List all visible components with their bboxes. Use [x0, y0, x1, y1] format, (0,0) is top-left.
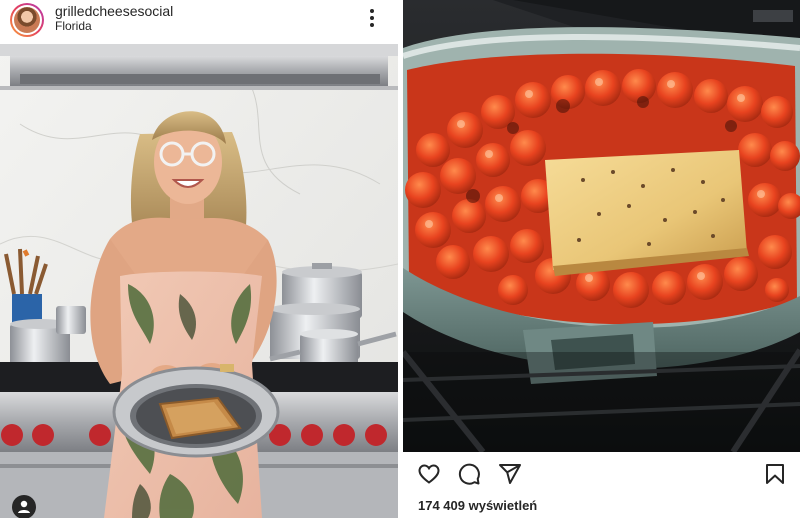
share-icon[interactable]	[498, 462, 522, 486]
heart-icon[interactable]	[417, 462, 441, 486]
post-location[interactable]: Florida	[55, 19, 92, 33]
left-post: grilledcheesesocial Florida	[0, 0, 398, 518]
post-image-feta-pasta[interactable]	[403, 0, 800, 452]
post-image-kitchen[interactable]	[0, 44, 398, 518]
food-photo	[403, 0, 800, 452]
avatar[interactable]	[10, 3, 44, 37]
post-username[interactable]: grilledcheesesocial	[55, 3, 173, 19]
views-count: 174 409 wyświetleń	[418, 498, 538, 513]
user-tag-icon[interactable]	[12, 495, 36, 518]
comment-icon[interactable]	[457, 462, 481, 486]
kitchen-photo	[0, 44, 398, 518]
avatar-photo	[14, 7, 40, 33]
action-bar	[403, 452, 800, 496]
right-post: 174 409 wyświetleń	[403, 0, 800, 518]
post-header: grilledcheesesocial Florida	[0, 0, 398, 44]
bookmark-icon[interactable]	[763, 462, 787, 486]
more-options-icon[interactable]	[362, 6, 382, 30]
